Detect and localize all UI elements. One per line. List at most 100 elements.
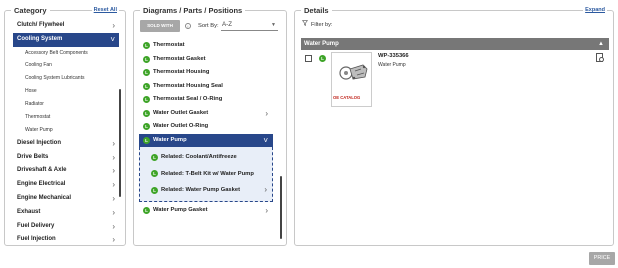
brand-l-icon: L bbox=[143, 123, 150, 131]
sold-with-button[interactable]: SOLD WITH bbox=[140, 20, 180, 32]
parts-list: L Thermostat L Thermostat Gasket L Thermostat… bbox=[139, 39, 273, 217]
category-item[interactable]: Diesel Injection › bbox=[13, 137, 119, 151]
part-item[interactable]: L Thermostat Seal / O-Ring bbox=[139, 93, 273, 107]
document-search-icon[interactable] bbox=[596, 53, 604, 62]
brand-logo-text: OE CATALOG bbox=[333, 95, 361, 100]
filter-icon bbox=[302, 20, 308, 26]
part-thumbnail[interactable]: OE CATALOG bbox=[331, 52, 372, 107]
chevron-right-icon: › bbox=[112, 138, 115, 148]
chevron-right-icon: › bbox=[112, 221, 115, 231]
sort-select[interactable]: A-Z ▼ bbox=[221, 19, 278, 31]
part-item[interactable]: L Water Outlet O-Ring bbox=[139, 120, 273, 134]
part-number[interactable]: WP-335366 bbox=[378, 53, 409, 59]
part-item-label: Related: Water Pump Gasket bbox=[161, 187, 241, 193]
chevron-right-icon: › bbox=[112, 194, 115, 204]
category-item-label: Exhaust bbox=[17, 208, 41, 215]
part-item[interactable]: L Thermostat Housing Seal bbox=[139, 80, 273, 94]
part-item-label: Water Outlet Gasket bbox=[153, 109, 209, 116]
chevron-right-icon: › bbox=[265, 108, 268, 118]
details-panel: Details Expand Filter by: Water Pump ▲ L… bbox=[294, 6, 614, 246]
part-item[interactable]: L Thermostat bbox=[139, 39, 273, 53]
category-item[interactable]: Cooling System ˅ bbox=[13, 32, 119, 47]
details-title: Details bbox=[301, 6, 332, 15]
category-item[interactable]: Engine Electrical › bbox=[13, 178, 119, 192]
part-item[interactable]: L Water Pump Gasket › bbox=[139, 204, 273, 218]
part-item-label: Thermostat bbox=[153, 42, 185, 48]
category-item[interactable]: Engine Mechanical › bbox=[13, 192, 119, 206]
related-item[interactable]: L Related: T-Belt Kit w/ Water Pump bbox=[140, 166, 272, 183]
category-panel: Category Reset All Clutch/ Flywheel › Cool… bbox=[4, 6, 126, 247]
brand-l-icon: L bbox=[143, 109, 150, 117]
category-item-label: Clutch/ Flywheel bbox=[17, 22, 65, 28]
brand-l-icon: L bbox=[319, 55, 326, 62]
subcategory-item[interactable]: Cooling System Lubricants bbox=[13, 72, 119, 85]
category-item-label: Engine Mechanical bbox=[17, 195, 72, 202]
chevron-right-icon: › bbox=[112, 21, 115, 30]
subcategory-item[interactable]: Hose bbox=[13, 85, 119, 98]
subcategory-item[interactable]: Accessory Belt Components bbox=[13, 47, 119, 60]
chevron-down-icon: ˅ bbox=[263, 135, 268, 145]
expand-link[interactable]: Expand bbox=[583, 7, 607, 13]
part-item-label: Water Outlet O-Ring bbox=[153, 123, 209, 129]
category-item[interactable]: Exhaust › bbox=[13, 206, 119, 220]
brand-l-icon: L bbox=[143, 82, 150, 90]
part-item-label: Water Pump bbox=[153, 136, 187, 143]
chevron-down-icon: ▼ bbox=[271, 22, 276, 28]
subcategory-item[interactable]: Water Pump bbox=[13, 124, 119, 137]
category-title: Category bbox=[11, 6, 50, 15]
category-item-label: Drive Belts bbox=[17, 153, 49, 160]
category-item-label: Fuel Delivery bbox=[17, 222, 55, 229]
category-item[interactable]: Drive Belts › bbox=[13, 151, 119, 165]
subcategory-item[interactable]: Cooling Fan bbox=[13, 59, 119, 72]
chevron-right-icon: › bbox=[265, 205, 268, 215]
chevron-down-icon: ˅ bbox=[110, 34, 115, 44]
category-item-label: Engine Electrical bbox=[17, 181, 66, 188]
section-header-label: Water Pump bbox=[304, 41, 339, 47]
category-list: Clutch/ Flywheel › Cooling System ˅ Accessor… bbox=[13, 19, 119, 247]
category-item-label: Cooling System bbox=[17, 35, 63, 42]
diagrams-title: Diagrams / Parts / Positions bbox=[140, 6, 246, 15]
chevron-right-icon: › bbox=[112, 152, 115, 162]
part-item[interactable]: L Water Pump ˅ bbox=[139, 133, 273, 147]
part-item[interactable]: L Thermostat Housing bbox=[139, 66, 273, 80]
brand-l-icon: L bbox=[143, 96, 150, 104]
category-item[interactable]: Clutch/ Flywheel › bbox=[13, 19, 119, 33]
part-item[interactable]: L Thermostat Gasket bbox=[139, 53, 273, 67]
brand-l-icon: L bbox=[143, 69, 150, 77]
chevron-up-icon: ▲ bbox=[598, 41, 604, 47]
subcategory-item[interactable]: Thermostat bbox=[13, 111, 119, 124]
brand-l-icon: L bbox=[143, 55, 150, 63]
water-pump-image bbox=[339, 64, 368, 80]
part-checkbox[interactable] bbox=[305, 55, 312, 62]
chevron-right-icon: › bbox=[112, 207, 115, 217]
filter-by[interactable]: Filter by: bbox=[302, 20, 332, 28]
chevron-right-icon: › bbox=[112, 235, 115, 245]
parts-scrollbar[interactable] bbox=[280, 176, 282, 239]
category-item[interactable]: Driveshaft & Axle › bbox=[13, 164, 119, 178]
part-item-label: Thermostat Seal / O-Ring bbox=[153, 96, 223, 102]
brand-l-icon: L bbox=[143, 136, 150, 144]
price-button[interactable]: PRICE bbox=[589, 252, 615, 265]
filter-label: Filter by: bbox=[311, 22, 333, 28]
subcategory-item[interactable]: Radiator bbox=[13, 98, 119, 111]
section-header[interactable]: Water Pump ▲ bbox=[301, 38, 609, 50]
reset-all-link[interactable]: Reset All bbox=[91, 7, 119, 13]
category-item-label: Fuel Injection bbox=[17, 236, 56, 243]
category-item[interactable]: Fuel Injection › bbox=[13, 233, 119, 247]
chevron-right-icon: › bbox=[112, 166, 115, 176]
related-item[interactable]: L Related: Water Pump Gasket › bbox=[140, 182, 272, 199]
category-item-label: Driveshaft & Axle bbox=[17, 167, 67, 174]
brand-l-icon: L bbox=[151, 170, 158, 178]
brand-l-icon: L bbox=[151, 153, 158, 161]
part-item[interactable]: L Water Outlet Gasket › bbox=[139, 107, 273, 121]
chevron-right-icon: › bbox=[112, 180, 115, 190]
brand-l-icon: L bbox=[151, 186, 158, 194]
category-item[interactable]: Fuel Delivery › bbox=[13, 220, 119, 234]
category-scrollbar[interactable] bbox=[119, 89, 121, 197]
info-icon[interactable]: i bbox=[185, 23, 191, 29]
brand-l-icon: L bbox=[143, 42, 150, 50]
part-item-label: Related: T-Belt Kit w/ Water Pump bbox=[161, 170, 254, 177]
related-item[interactable]: L Related: Coolant/Antifreeze bbox=[140, 149, 272, 166]
part-item-label: Thermostat Housing bbox=[153, 69, 210, 75]
part-item-label: Thermostat Gasket bbox=[153, 55, 206, 62]
